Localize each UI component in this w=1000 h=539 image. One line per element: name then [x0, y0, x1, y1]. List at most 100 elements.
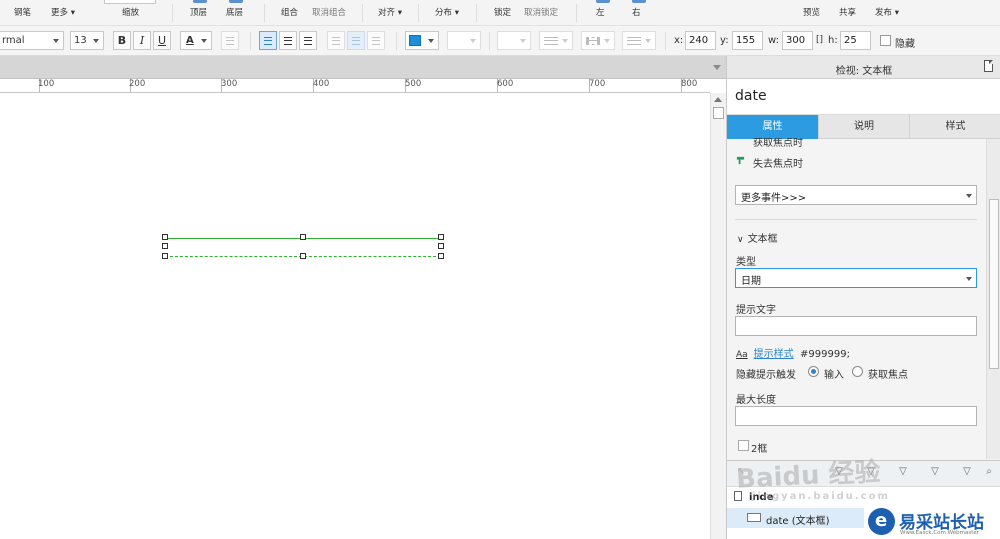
- align-right-button[interactable]: [299, 31, 317, 50]
- ungroup-button[interactable]: 取消组合: [312, 0, 348, 26]
- zoom-label: 缩放: [122, 8, 140, 18]
- page-notes-icon[interactable]: [984, 60, 993, 72]
- x-input[interactable]: 240: [685, 31, 716, 50]
- valign-middle-button[interactable]: [347, 31, 365, 50]
- widget-name-field[interactable]: date: [727, 79, 1000, 115]
- ruler-label: 800: [681, 79, 698, 89]
- trigger-input-radio[interactable]: [808, 366, 819, 377]
- font-color-picker[interactable]: A: [180, 31, 212, 50]
- height-input[interactable]: 25: [840, 31, 871, 50]
- ruler-label: 400: [313, 79, 330, 89]
- more-menu-button[interactable]: 更多 ▾: [51, 0, 77, 26]
- italic-button[interactable]: I: [133, 31, 151, 50]
- lock-ratio-icon[interactable]: []: [816, 35, 823, 45]
- ruler-label: 300: [221, 79, 238, 89]
- y-input[interactable]: 155: [732, 31, 763, 50]
- filter-icon[interactable]: ▽: [895, 466, 911, 480]
- scrollbar-thumb[interactable]: [989, 199, 999, 369]
- ruler-label: 700: [589, 79, 606, 89]
- resize-handle[interactable]: [438, 243, 444, 249]
- resize-handle[interactable]: [438, 234, 444, 240]
- filter-icon[interactable]: ▽: [959, 466, 975, 480]
- canvas-scrollbar[interactable]: [710, 93, 726, 539]
- chevron-down-icon: [645, 39, 651, 43]
- chevron-down-icon[interactable]: [713, 65, 721, 70]
- event-onblur[interactable]: 失去焦点时: [736, 155, 803, 170]
- scrollbar-thumb[interactable]: [713, 107, 724, 119]
- resize-handle[interactable]: [438, 253, 444, 259]
- bring-to-top-button[interactable]: 顶层: [190, 0, 210, 26]
- pen-tool-button[interactable]: 钢笔: [14, 0, 34, 26]
- style-dropdown[interactable]: rmal: [0, 31, 64, 50]
- toolbar-divider: [396, 32, 397, 50]
- tab-notes[interactable]: 说明: [819, 115, 910, 139]
- shadow-picker[interactable]: [447, 31, 481, 50]
- tab-properties[interactable]: 属性: [727, 115, 819, 139]
- width-input[interactable]: 300: [782, 31, 813, 50]
- unlock-button[interactable]: 取消锁定: [524, 0, 560, 26]
- hide-checkbox[interactable]: [880, 35, 891, 46]
- resize-handle[interactable]: [300, 253, 306, 259]
- horizontal-ruler: 100 200 300 400 500 600 700 800: [0, 78, 710, 93]
- underline-button[interactable]: U: [153, 31, 171, 50]
- resize-handle[interactable]: [162, 234, 168, 240]
- align-center-button[interactable]: [279, 31, 297, 50]
- border-width-picker[interactable]: [539, 31, 573, 50]
- chevron-down-icon: [53, 39, 59, 43]
- option-checkbox[interactable]: [738, 440, 749, 451]
- chevron-down-icon: [604, 39, 610, 43]
- toolbar-divider: [362, 4, 363, 22]
- date-text-field-widget[interactable]: [162, 234, 444, 259]
- align-left-button[interactable]: [259, 31, 277, 50]
- valign-top-button[interactable]: [327, 31, 345, 50]
- lock-button[interactable]: 锁定: [494, 0, 514, 26]
- hint-text-input[interactable]: [735, 316, 977, 336]
- preview-button[interactable]: 预览: [803, 0, 823, 26]
- max-length-label: 最大长度: [736, 395, 776, 406]
- list-icon: [226, 37, 234, 45]
- group-button[interactable]: 组合: [281, 0, 301, 26]
- search-icon[interactable]: ⌕: [981, 466, 997, 480]
- section-divider: [735, 219, 977, 220]
- textbox-section-header[interactable]: ∨ 文本框: [737, 230, 778, 245]
- more-events-dropdown[interactable]: 更多事件>>>: [735, 185, 977, 205]
- trigger-input-label: 输入: [824, 370, 844, 381]
- chevron-up-icon[interactable]: [714, 97, 722, 102]
- hint-style-link[interactable]: 提示样式: [754, 349, 794, 360]
- bullet-button[interactable]: [221, 31, 239, 50]
- bold-button[interactable]: B: [113, 31, 131, 50]
- move-left-button[interactable]: 左: [596, 0, 610, 26]
- type-dropdown[interactable]: 日期: [735, 268, 977, 288]
- share-button[interactable]: 共享: [839, 0, 859, 26]
- arrow-style-picker[interactable]: [622, 31, 656, 50]
- border-style-picker[interactable]: [581, 31, 615, 50]
- resize-handle[interactable]: [162, 243, 168, 249]
- ruler-label: 600: [497, 79, 514, 89]
- event-onfocus[interactable]: 获取焦点时: [753, 138, 803, 147]
- inspector-scrollbar[interactable]: [986, 139, 1000, 459]
- publish-menu-button[interactable]: 发布 ▾: [875, 0, 901, 26]
- tab-style[interactable]: 样式: [910, 115, 1000, 139]
- align-menu-button[interactable]: 对齐 ▾: [378, 0, 404, 26]
- design-canvas[interactable]: [0, 94, 710, 539]
- border-color-picker[interactable]: [497, 31, 531, 50]
- ruler-label: 500: [405, 79, 422, 89]
- type-label: 类型: [736, 257, 756, 268]
- resize-handle[interactable]: [300, 234, 306, 240]
- filter-icon[interactable]: ▽: [927, 466, 943, 480]
- font-size-dropdown[interactable]: 13: [70, 31, 104, 50]
- valign-top-icon: [332, 37, 340, 45]
- resize-handle[interactable]: [162, 253, 168, 259]
- distribute-menu-button[interactable]: 分布 ▾: [435, 0, 461, 26]
- valign-bottom-button[interactable]: [367, 31, 385, 50]
- max-length-input[interactable]: [735, 406, 977, 426]
- fill-color-picker[interactable]: [405, 31, 439, 50]
- hide-label: 隐藏: [895, 39, 915, 50]
- chevron-down-icon: [428, 39, 434, 43]
- toolbar-divider: [489, 32, 490, 50]
- send-to-bottom-button[interactable]: 底层: [226, 0, 246, 26]
- toolbar-divider: [576, 4, 577, 22]
- easck-logo-icon: [868, 508, 895, 535]
- trigger-focus-radio[interactable]: [852, 366, 863, 377]
- move-right-button[interactable]: 右: [632, 0, 646, 26]
